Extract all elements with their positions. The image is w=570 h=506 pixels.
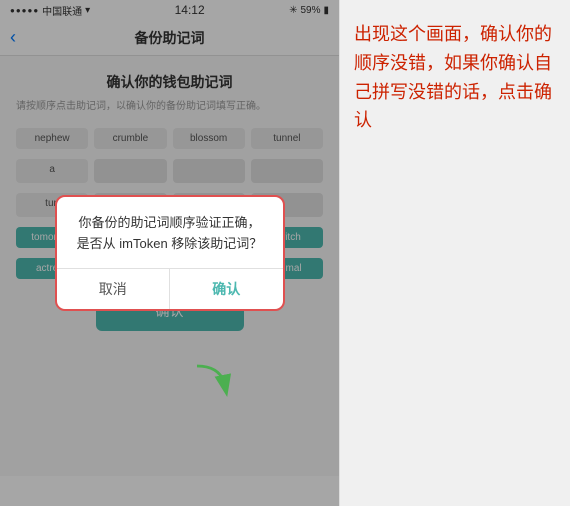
confirmation-dialog: 你备份的助记词顺序验证正确，是否从 imToken 移除该助记词？ 取消 确认 xyxy=(55,195,285,312)
dialog-overlay: 你备份的助记词顺序验证正确，是否从 imToken 移除该助记词？ 取消 确认 xyxy=(0,0,339,506)
annotation-text: 出现这个画面，确认你的顺序没错，如果你确认自己拼写没错的话，点击确认 xyxy=(354,20,556,135)
arrow-icon xyxy=(188,358,238,398)
dialog-actions: 取消 确认 xyxy=(57,268,283,309)
dialog-body: 你备份的助记词顺序验证正确，是否从 imToken 移除该助记词？ xyxy=(57,197,283,269)
dialog-confirm-button[interactable]: 确认 xyxy=(170,269,283,309)
dialog-cancel-button[interactable]: 取消 xyxy=(57,269,171,309)
dialog-message: 你备份的助记词顺序验证正确，是否从 imToken 移除该助记词？ xyxy=(75,213,265,255)
annotation-panel: 出现这个画面，确认你的顺序没错，如果你确认自己拼写没错的话，点击确认 xyxy=(340,0,570,506)
phone-screen: ●●●●● 中国联通 ▾ 14:12 ✳ 59% ▮ ‹ 备份助记词 确认你的钱… xyxy=(0,0,340,506)
